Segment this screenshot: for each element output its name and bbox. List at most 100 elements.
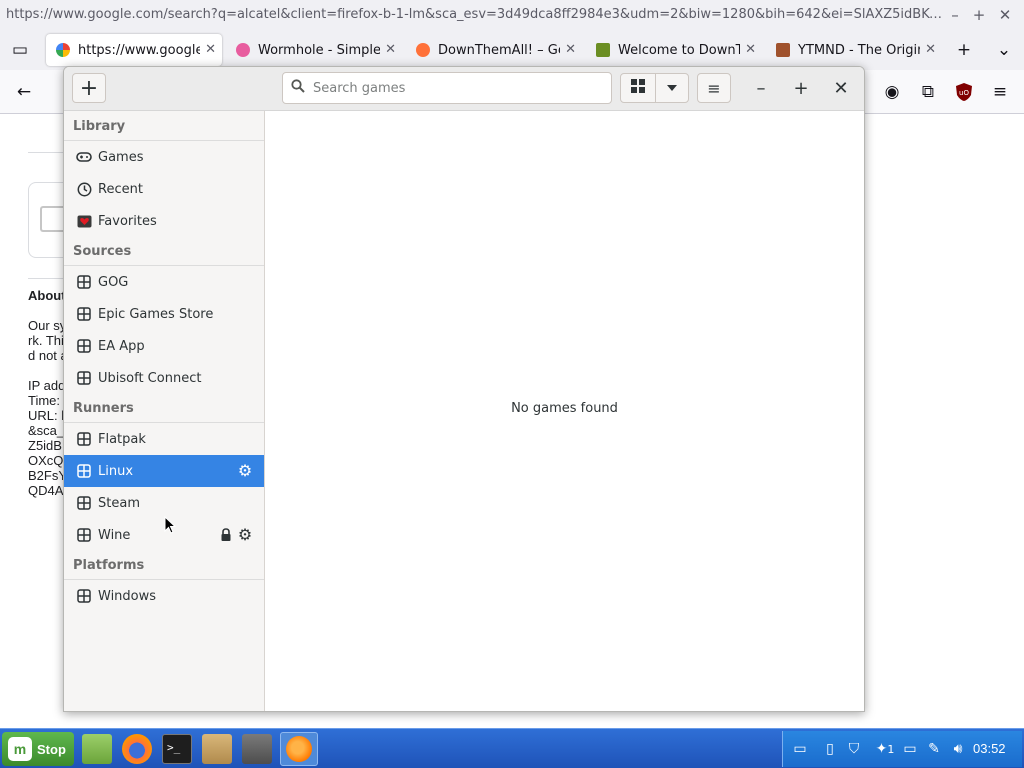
list-tabs-icon[interactable]: ⌄ [994,40,1014,60]
gear-icon[interactable]: ⚙ [236,526,254,544]
clock-icon [76,181,92,197]
sidebar-item-label: GOG [98,274,129,290]
page-text: Time: [28,393,61,408]
divider [28,152,68,153]
maximize-button[interactable]: + [789,77,813,101]
platform-icon [76,588,92,604]
tab-wormhole[interactable]: Wormhole - Simple, p ✕ [226,34,402,66]
start-menu-button[interactable]: m Stop [2,732,74,766]
sidebar-item-label: Favorites [98,213,157,229]
new-tab-icon[interactable]: + [954,40,974,60]
network-icon[interactable]: ▭ [901,740,919,758]
lock-icon[interactable] [220,528,232,542]
clipboard-icon[interactable]: ▯ [821,740,839,758]
lutris-window: + ≡ – + ✕ Library Games Re [63,66,865,712]
page-text: QD4A [28,483,64,498]
sidebar-item-label: Epic Games Store [98,306,214,322]
sidebar-item-favorites[interactable]: Favorites [64,205,264,237]
runner-icon [76,495,92,511]
firefox-close-button[interactable]: ✕ [994,4,1016,26]
divider [28,278,68,279]
ytmnd-favicon-icon [776,43,790,57]
add-game-button[interactable]: + [72,73,106,103]
account-icon[interactable]: ◉ [882,82,902,102]
extensions-icon[interactable]: ⧉ [918,82,938,102]
pen-icon[interactable]: ✎ [925,740,943,758]
firefox-minimize-button[interactable]: – [944,4,966,26]
close-tab-icon[interactable]: ✕ [925,42,936,57]
gear-icon[interactable]: ⚙ [236,462,254,480]
volume-icon[interactable]: 🔊︎ [949,740,967,758]
sidebar-item-recent[interactable]: Recent [64,173,264,205]
taskbar: m Stop >_ ▭ ▯ ⛉ ✦1 ▭ ✎ 🔊︎ 03:52 [0,728,1024,768]
section-header-runners: Runners [64,395,264,423]
firefox-maximize-button[interactable]: + [968,4,990,26]
grid-icon [631,79,645,97]
view-options-dropdown[interactable] [655,73,689,103]
close-tab-icon[interactable]: ✕ [565,42,576,57]
lutris-headerbar: + ≡ – + ✕ [64,67,864,111]
close-button[interactable]: ✕ [829,77,853,101]
game-list-area[interactable]: No games found [265,111,864,711]
downthemall-favicon-icon [596,43,610,57]
window-title: https://www.google.com/search?q=alcatel&… [6,7,946,22]
sidebar-item-ubisoft-connect[interactable]: Ubisoft Connect [64,362,264,394]
source-icon [76,338,92,354]
manual-icon[interactable] [242,734,272,764]
close-tab-icon[interactable]: ✕ [385,42,396,57]
search-input[interactable] [313,80,603,96]
tab-label: Wormhole - Simple, p [258,42,380,58]
ublock-icon[interactable]: uO [954,82,974,102]
tab-ytmnd[interactable]: YTMND - The Origina ✕ [766,34,942,66]
app-menu-icon[interactable]: ≡ [990,82,1010,102]
page-text: Our sy [28,318,67,333]
sidebar-item-gog[interactable]: GOG [64,266,264,298]
shield-icon[interactable]: ⛉ [845,740,863,758]
sidebar-item-label: EA App [98,338,145,354]
terminal-icon[interactable]: >_ [162,734,192,764]
page-text: B2FsY [28,468,68,483]
sidebar-item-steam[interactable]: Steam [64,487,264,519]
runner-icon [76,431,92,447]
source-icon [76,274,92,290]
source-icon [76,306,92,322]
page-text: About [28,288,66,303]
close-tab-icon[interactable]: ✕ [205,42,216,57]
main-menu-button[interactable]: ≡ [697,73,731,103]
tab-downthemall[interactable]: DownThemAll! – Get ✕ [406,34,582,66]
archive-manager-icon[interactable] [202,734,232,764]
clock[interactable]: 03:52 [973,741,1006,756]
sidebar-item-windows[interactable]: Windows [64,580,264,612]
source-icon [76,370,92,386]
sidebar-item-epic-games-store[interactable]: Epic Games Store [64,298,264,330]
sidebar-item-ea-app[interactable]: EA App [64,330,264,362]
files-icon[interactable] [82,734,112,764]
notifications-icon[interactable]: ✦1 [871,740,899,758]
firefox-favicon-icon [416,43,430,57]
notification-count: 1 [887,743,895,756]
chevron-down-icon [666,81,678,96]
lutris-taskbar-button[interactable] [280,732,318,766]
close-tab-icon[interactable]: ✕ [745,42,756,57]
page-text: Z5idB [28,438,62,453]
display-icon[interactable]: ▭ [791,740,809,758]
back-icon[interactable]: ← [14,82,34,102]
section-header-platforms: Platforms [64,552,264,580]
sidebar-item-flatpak[interactable]: Flatpak [64,423,264,455]
firefox-icon[interactable] [122,734,152,764]
runner-icon [76,527,92,543]
tab-welcome-downthemall[interactable]: Welcome to DownTh ✕ [586,34,762,66]
hamburger-icon: ≡ [707,78,721,98]
system-tray: ▭ ▯ ⛉ ✦1 ▭ ✎ 🔊︎ 03:52 [782,731,1022,767]
sidebar-item-label: Games [98,149,144,165]
lutris-icon [286,736,312,762]
sidebar-item-label: Recent [98,181,143,197]
tab-overview-icon[interactable]: ▭ [10,40,30,60]
grid-view-button[interactable] [620,73,656,103]
tab-google[interactable]: https://www.google. ✕ [46,34,222,66]
sidebar-item-games[interactable]: Games [64,141,264,173]
minimize-button[interactable]: – [749,77,773,101]
sidebar-item-linux[interactable]: Linux ⚙ [64,455,264,487]
search-box[interactable] [282,72,612,104]
runner-icon [76,463,92,479]
